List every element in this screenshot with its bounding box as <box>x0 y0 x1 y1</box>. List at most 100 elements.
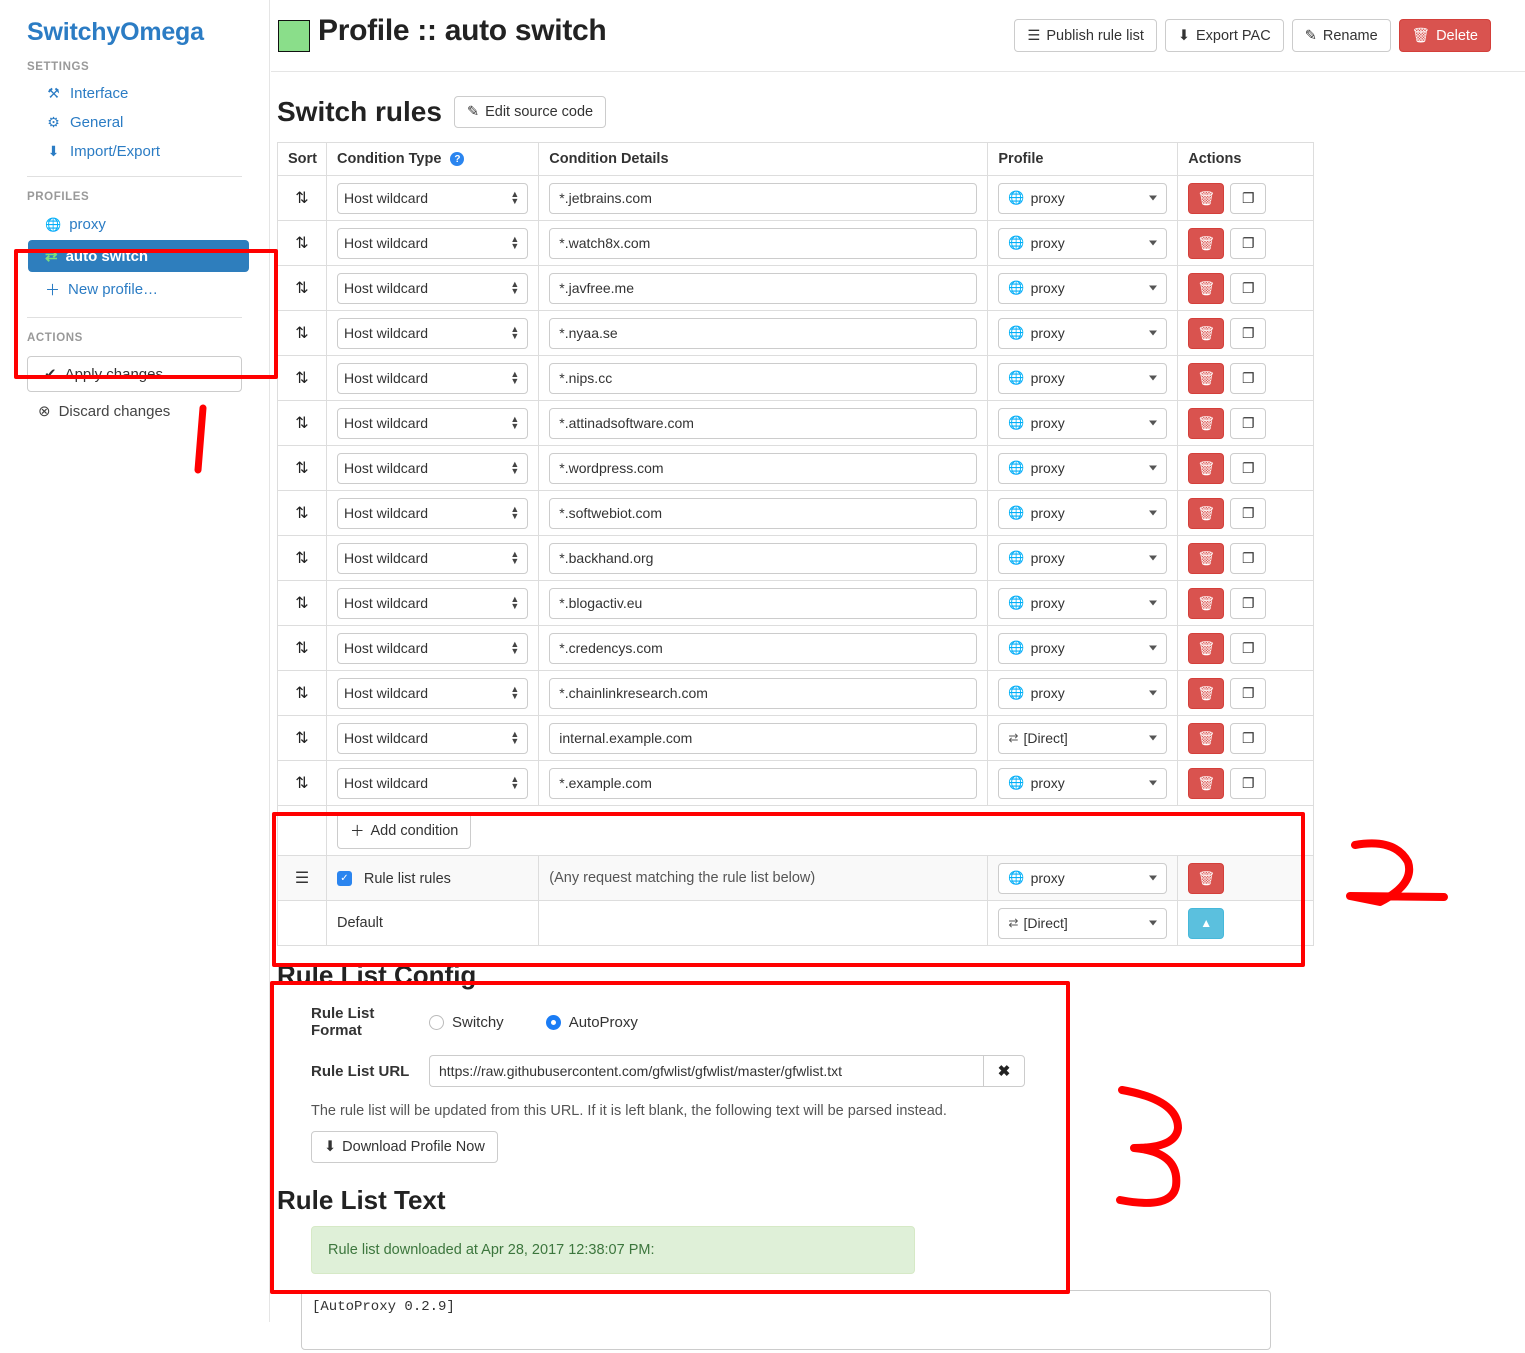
condition-details-input[interactable] <box>549 767 978 799</box>
condition-type-select[interactable]: Host wildcard <box>336 227 529 259</box>
rename-button[interactable]: ✎ Rename <box>1291 19 1391 52</box>
duplicate-rule-button[interactable]: ❐ <box>1230 542 1267 574</box>
clear-url-button[interactable]: ✖ <box>983 1055 1025 1087</box>
condition-details-input[interactable] <box>549 227 978 259</box>
download-profile-now-button[interactable]: ⬇ Download Profile Now <box>311 1131 498 1163</box>
profile-select[interactable]: 🌐 proxy <box>998 407 1168 439</box>
profile-select[interactable]: 🌐 proxy <box>998 362 1168 394</box>
delete-rule-button[interactable]: 🗑 <box>1188 497 1225 529</box>
condition-type-select[interactable]: Host wildcard <box>336 632 529 664</box>
duplicate-rule-button[interactable]: ❐ <box>1230 632 1267 664</box>
condition-type-select[interactable]: Host wildcard <box>336 317 529 349</box>
profile-select[interactable]: 🌐 proxy <box>998 587 1168 619</box>
sidebar-item-profile-proxy[interactable]: 🌐 proxy <box>0 209 269 240</box>
duplicate-rule-button[interactable]: ❐ <box>1230 182 1267 214</box>
delete-rule-button[interactable]: 🗑 <box>1188 677 1225 709</box>
profile-select[interactable]: 🌐 proxy <box>998 767 1168 799</box>
duplicate-rule-button[interactable]: ❐ <box>1230 722 1267 754</box>
profile-select[interactable]: ⇄ [Direct] <box>998 722 1168 754</box>
condition-details-input[interactable] <box>549 677 978 709</box>
condition-details-input[interactable] <box>549 362 978 394</box>
list-handle-icon[interactable]: ☰ <box>295 870 309 887</box>
condition-details-input[interactable] <box>549 542 978 574</box>
profile-select[interactable]: 🌐 proxy <box>998 452 1168 484</box>
profile-select[interactable]: 🌐 proxy <box>998 632 1168 664</box>
sort-handle-icon[interactable]: ⇅ <box>288 773 316 793</box>
rule-list-rules-checkbox[interactable]: ✓ <box>336 871 352 887</box>
delete-rule-button[interactable]: 🗑 <box>1188 542 1225 574</box>
condition-type-select[interactable]: Host wildcard <box>336 587 529 619</box>
profile-select[interactable]: 🌐 proxy <box>998 227 1168 259</box>
delete-rule-button[interactable]: 🗑 <box>1188 317 1225 349</box>
delete-rule-button[interactable]: 🗑 <box>1188 767 1225 799</box>
sidebar-item-profile-auto-switch[interactable]: ⇄ auto switch <box>28 240 249 272</box>
condition-details-input[interactable] <box>549 272 978 304</box>
condition-type-select[interactable]: Host wildcard <box>336 677 529 709</box>
condition-type-select[interactable]: Host wildcard <box>336 722 529 754</box>
profile-color-swatch[interactable] <box>278 20 310 52</box>
sort-handle-icon[interactable]: ⇅ <box>288 368 316 388</box>
sort-handle-icon[interactable]: ⇅ <box>288 728 316 748</box>
condition-details-input[interactable] <box>549 632 978 664</box>
delete-rule-button[interactable]: 🗑 <box>1188 272 1225 304</box>
sidebar-item-new-profile[interactable]: ＋ New profile… <box>0 272 269 307</box>
condition-details-input[interactable] <box>549 452 978 484</box>
sort-handle-icon[interactable]: ⇅ <box>288 323 316 343</box>
delete-rule-button[interactable]: 🗑 <box>1188 182 1225 214</box>
condition-type-select[interactable]: Host wildcard <box>336 272 529 304</box>
delete-rule-button[interactable]: 🗑 <box>1188 227 1225 259</box>
profile-select[interactable]: 🌐 proxy <box>998 677 1168 709</box>
profile-select[interactable]: 🌐 proxy <box>998 542 1168 574</box>
condition-type-select[interactable]: Host wildcard <box>336 767 529 799</box>
duplicate-rule-button[interactable]: ❐ <box>1230 497 1267 529</box>
profile-select[interactable]: 🌐 proxy <box>998 317 1168 349</box>
add-condition-button[interactable]: ＋ Add condition <box>336 812 472 849</box>
profile-select[interactable]: 🌐 proxy <box>998 272 1168 304</box>
default-profile-select[interactable]: ⇄ [Direct] <box>998 907 1168 939</box>
condition-type-select[interactable]: Host wildcard <box>336 497 529 529</box>
condition-details-input[interactable] <box>549 182 978 214</box>
edit-source-code-button[interactable]: ✎ Edit source code <box>453 96 607 128</box>
condition-details-input[interactable] <box>549 587 978 619</box>
condition-type-select[interactable]: Host wildcard <box>336 407 529 439</box>
condition-type-select[interactable]: Host wildcard <box>336 452 529 484</box>
rule-list-format-option-switchy[interactable]: Switchy <box>429 1014 504 1031</box>
condition-details-input[interactable] <box>549 317 978 349</box>
duplicate-rule-button[interactable]: ❐ <box>1230 317 1267 349</box>
duplicate-rule-button[interactable]: ❐ <box>1230 587 1267 619</box>
duplicate-rule-button[interactable]: ❐ <box>1230 272 1267 304</box>
sort-handle-icon[interactable]: ⇅ <box>288 593 316 613</box>
profile-select[interactable]: 🌐 proxy <box>998 497 1168 529</box>
rule-list-format-option-autoproxy[interactable]: AutoProxy <box>545 1014 638 1031</box>
delete-rule-button[interactable]: 🗑 <box>1188 452 1225 484</box>
apply-changes-button[interactable]: ✔ Apply changes <box>27 356 242 392</box>
sort-handle-icon[interactable]: ⇅ <box>288 233 316 253</box>
publish-rule-list-button[interactable]: ☰ Publish rule list <box>1014 19 1157 52</box>
sort-handle-icon[interactable]: ⇅ <box>288 503 316 523</box>
rule-list-textarea[interactable] <box>301 1290 1271 1350</box>
export-pac-button[interactable]: ⬇ Export PAC <box>1164 19 1284 52</box>
condition-type-select[interactable]: Host wildcard <box>336 542 529 574</box>
sort-handle-icon[interactable]: ⇅ <box>288 683 316 703</box>
sort-handle-icon[interactable]: ⇅ <box>288 458 316 478</box>
delete-rule-button[interactable]: 🗑 <box>1188 632 1225 664</box>
help-icon[interactable]: ? <box>450 152 465 167</box>
delete-rule-button[interactable]: 🗑 <box>1188 587 1225 619</box>
delete-rule-button[interactable]: 🗑 <box>1188 407 1225 439</box>
condition-type-select[interactable]: Host wildcard <box>336 182 529 214</box>
rule-list-delete-button[interactable]: 🗑 <box>1188 862 1225 894</box>
rule-list-profile-select[interactable]: 🌐 proxy <box>998 862 1168 894</box>
sort-handle-icon[interactable]: ⇅ <box>288 548 316 568</box>
sort-handle-icon[interactable]: ⇅ <box>288 413 316 433</box>
duplicate-rule-button[interactable]: ❐ <box>1230 407 1267 439</box>
condition-details-input[interactable] <box>549 722 978 754</box>
sidebar-item-import-export[interactable]: ⬇ Import/Export <box>0 137 269 166</box>
duplicate-rule-button[interactable]: ❐ <box>1230 362 1267 394</box>
move-default-up-button[interactable]: ▲ <box>1188 907 1225 939</box>
profile-select[interactable]: 🌐 proxy <box>998 182 1168 214</box>
discard-changes-button[interactable]: ⊗ Discard changes <box>0 392 269 421</box>
sidebar-item-general[interactable]: ⚙ General <box>0 108 269 137</box>
condition-details-input[interactable] <box>549 407 978 439</box>
delete-button[interactable]: 🗑 Delete <box>1398 19 1491 52</box>
sidebar-item-interface[interactable]: ⚒ Interface <box>0 79 269 108</box>
